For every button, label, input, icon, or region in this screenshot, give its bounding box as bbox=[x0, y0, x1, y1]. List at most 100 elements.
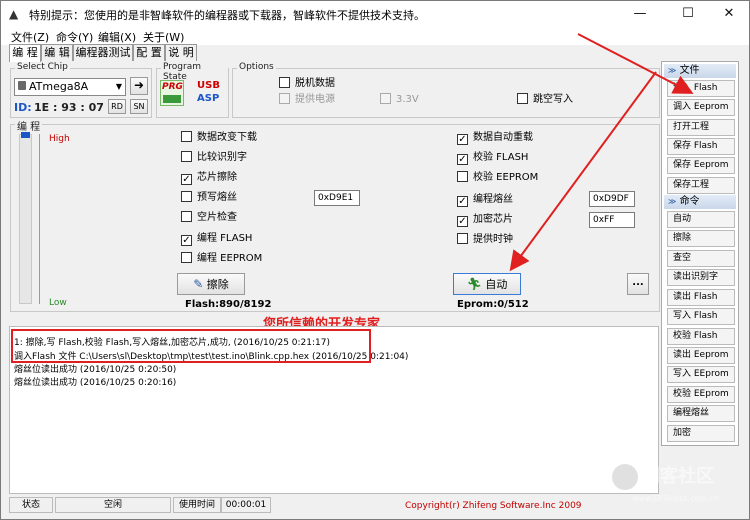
auto-button[interactable]: 🏃︎ 自动 bbox=[453, 273, 521, 295]
check-label: 空片检查 bbox=[197, 212, 237, 223]
check-auto-reload[interactable]: ✓ 数据自动重载 bbox=[457, 131, 533, 145]
tab-programmer-test[interactable]: 编程器测试 bbox=[73, 44, 133, 61]
tab-config[interactable]: 配 置 bbox=[133, 44, 165, 61]
check-pre-write-fuse[interactable]: 预写熔丝 bbox=[181, 191, 237, 205]
sidebar-save-project[interactable]: 保存工程 bbox=[667, 177, 735, 194]
menu-file[interactable]: 文件(Z) bbox=[11, 29, 49, 45]
sidebar: ≫ 文件 调入 Flash 调入 Eeprom 打开工程 保存 Flash 保存… bbox=[661, 61, 739, 446]
checkbox-box bbox=[279, 77, 290, 88]
sidebar-write-flash[interactable]: 写入 Flash bbox=[667, 308, 735, 325]
status-label: 状态 bbox=[9, 497, 53, 513]
log-line: 熔丝位读出成功 (2016/10/25 0:20:16) bbox=[14, 378, 177, 388]
fuse-input[interactable]: 0xD9DF bbox=[589, 191, 635, 207]
sidebar-verify-eeprom[interactable]: 校验 EEprom bbox=[667, 386, 735, 403]
pre-fuse-input[interactable]: 0xD9E1 bbox=[314, 190, 360, 206]
sidebar-read-eeprom[interactable]: 读出 Eeprom bbox=[667, 347, 735, 364]
checkbox-box bbox=[181, 131, 192, 142]
check-lock-chip[interactable]: ✓ 加密芯片 bbox=[457, 213, 513, 227]
watermark: 创客社区 www.DFRobot.com.cn bbox=[612, 460, 744, 514]
check-blank-check[interactable]: 空片检查 bbox=[181, 211, 237, 225]
offline-data-checkbox[interactable]: 脱机数据 bbox=[279, 77, 335, 91]
usb-asp-icon: USB ASP bbox=[197, 80, 223, 108]
erase-button[interactable]: ✎ 擦除 bbox=[177, 273, 245, 295]
check-verify-flash[interactable]: ✓ 校验 FLASH bbox=[457, 151, 528, 165]
file-section-header[interactable]: ≫ 文件 bbox=[664, 64, 736, 78]
chip-icon bbox=[18, 81, 26, 90]
chevron-down-icon: ≫ bbox=[668, 66, 677, 75]
check-label: 预写熔丝 bbox=[197, 192, 237, 203]
checkbox-box bbox=[457, 233, 468, 244]
high-label: High bbox=[49, 134, 70, 144]
tab-edit[interactable]: 编 辑 bbox=[41, 44, 73, 61]
check-label: 编程 EEPROM bbox=[197, 253, 263, 264]
sidebar-save-eeprom[interactable]: 保存 Eeprom bbox=[667, 157, 735, 174]
sidebar-read-flash[interactable]: 读出 Flash bbox=[667, 289, 735, 306]
check-compare-signature[interactable]: 比较识别字 bbox=[181, 151, 247, 165]
check-program-flash[interactable]: ✓ 编程 FLASH bbox=[181, 232, 252, 246]
program-panel-label: 编 程 bbox=[15, 118, 43, 133]
file-section-label: 文件 bbox=[679, 65, 700, 76]
tab-help[interactable]: 说 明 bbox=[165, 44, 197, 61]
sidebar-read-signature[interactable]: 读出识别字 bbox=[667, 269, 735, 286]
check-label: 编程 FLASH bbox=[197, 233, 253, 244]
sidebar-verify-flash[interactable]: 校验 Flash bbox=[667, 328, 735, 345]
status-value: 空闲 bbox=[55, 497, 171, 513]
check-label: 数据改变下载 bbox=[197, 132, 257, 143]
time-value: 00:00:01 bbox=[221, 497, 271, 513]
sidebar-open-project[interactable]: 打开工程 bbox=[667, 119, 735, 136]
check-program-eeprom[interactable]: 编程 EEPROM bbox=[181, 252, 262, 266]
sidebar-load-flash[interactable]: 调入 Flash bbox=[667, 80, 735, 97]
sidebar-write-eeprom[interactable]: 写入 EEprom bbox=[667, 366, 735, 383]
sidebar-blank-check[interactable]: 查空 bbox=[667, 250, 735, 267]
log-highlight-box bbox=[11, 329, 371, 363]
chevron-down-icon: ▼ bbox=[115, 82, 122, 91]
maximize-button[interactable]: ☐ bbox=[666, 3, 710, 25]
select-chip-label: Select Chip bbox=[15, 62, 70, 72]
checkbox-box bbox=[181, 252, 192, 263]
menu-edit[interactable]: 编辑(X) bbox=[98, 29, 136, 45]
sidebar-auto[interactable]: 自动 bbox=[667, 211, 735, 228]
erase-button-label: 擦除 bbox=[206, 278, 229, 291]
sidebar-program-fuse[interactable]: 编程熔丝 bbox=[667, 405, 735, 422]
copyright-text: Copyright(r) Zhifeng Software.Inc 2009 bbox=[405, 501, 582, 511]
check-data-change-download[interactable]: 数据改变下载 bbox=[181, 131, 257, 145]
chip-select[interactable]: ATmega8A ▼ bbox=[14, 78, 126, 96]
time-label: 使用时间 bbox=[173, 497, 221, 513]
sn-button[interactable]: SN bbox=[130, 99, 148, 114]
voltage-checkbox[interactable]: 3.3V bbox=[380, 93, 419, 107]
app-window: ▲ 特别提示：您使用的是非智峰软件的编程器或下载器，智峰软件不提供技术支持。 —… bbox=[0, 0, 750, 520]
close-button[interactable]: ✕ bbox=[707, 3, 750, 25]
more-button[interactable]: ... bbox=[627, 273, 649, 295]
progress-axis bbox=[39, 134, 40, 304]
jump-write-label: 跳空写入 bbox=[533, 94, 573, 105]
sidebar-erase[interactable]: 擦除 bbox=[667, 230, 735, 247]
progress-thumb[interactable] bbox=[21, 132, 30, 138]
status-bar: 状态 空闲 使用时间 00:00:01 Copyright(r) Zhifeng… bbox=[9, 495, 659, 515]
checkbox-box: ✓ bbox=[181, 235, 192, 246]
title-bar: ▲ 特别提示：您使用的是非智峰软件的编程器或下载器，智峰软件不提供技术支持。 —… bbox=[1, 1, 749, 27]
sidebar-load-eeprom[interactable]: 调入 Eeprom bbox=[667, 99, 735, 116]
chip-go-button[interactable]: ➜ bbox=[130, 77, 148, 95]
sidebar-save-flash[interactable]: 保存 Flash bbox=[667, 138, 735, 155]
check-program-fuse[interactable]: ✓ 编程熔丝 bbox=[457, 193, 513, 207]
menu-command[interactable]: 命令(Y) bbox=[56, 29, 93, 45]
power-checkbox[interactable]: 提供电源 bbox=[279, 93, 335, 107]
rd-button[interactable]: RD bbox=[108, 99, 126, 114]
checkbox-box: ✓ bbox=[457, 154, 468, 165]
checkbox-box bbox=[181, 191, 192, 202]
menu-about[interactable]: 关于(W) bbox=[143, 29, 184, 45]
check-provide-clock[interactable]: 提供时钟 bbox=[457, 233, 513, 247]
lock-input[interactable]: 0xFF bbox=[589, 212, 635, 228]
minimize-button[interactable]: — bbox=[618, 3, 662, 25]
checkbox-box bbox=[517, 93, 528, 104]
checkbox-box: ✓ bbox=[457, 196, 468, 207]
jump-write-checkbox[interactable]: 跳空写入 bbox=[517, 93, 573, 107]
check-chip-erase[interactable]: ✓ 芯片擦除 bbox=[181, 171, 237, 185]
sidebar-lock[interactable]: 加密 bbox=[667, 425, 735, 442]
tab-program[interactable]: 编 程 bbox=[9, 44, 41, 62]
checkbox-box bbox=[181, 151, 192, 162]
check-verify-eeprom[interactable]: 校验 EEPROM bbox=[457, 171, 538, 185]
command-section-header[interactable]: ≫ 命令 bbox=[664, 195, 736, 209]
progress-track bbox=[19, 134, 32, 304]
checkbox-box bbox=[181, 211, 192, 222]
